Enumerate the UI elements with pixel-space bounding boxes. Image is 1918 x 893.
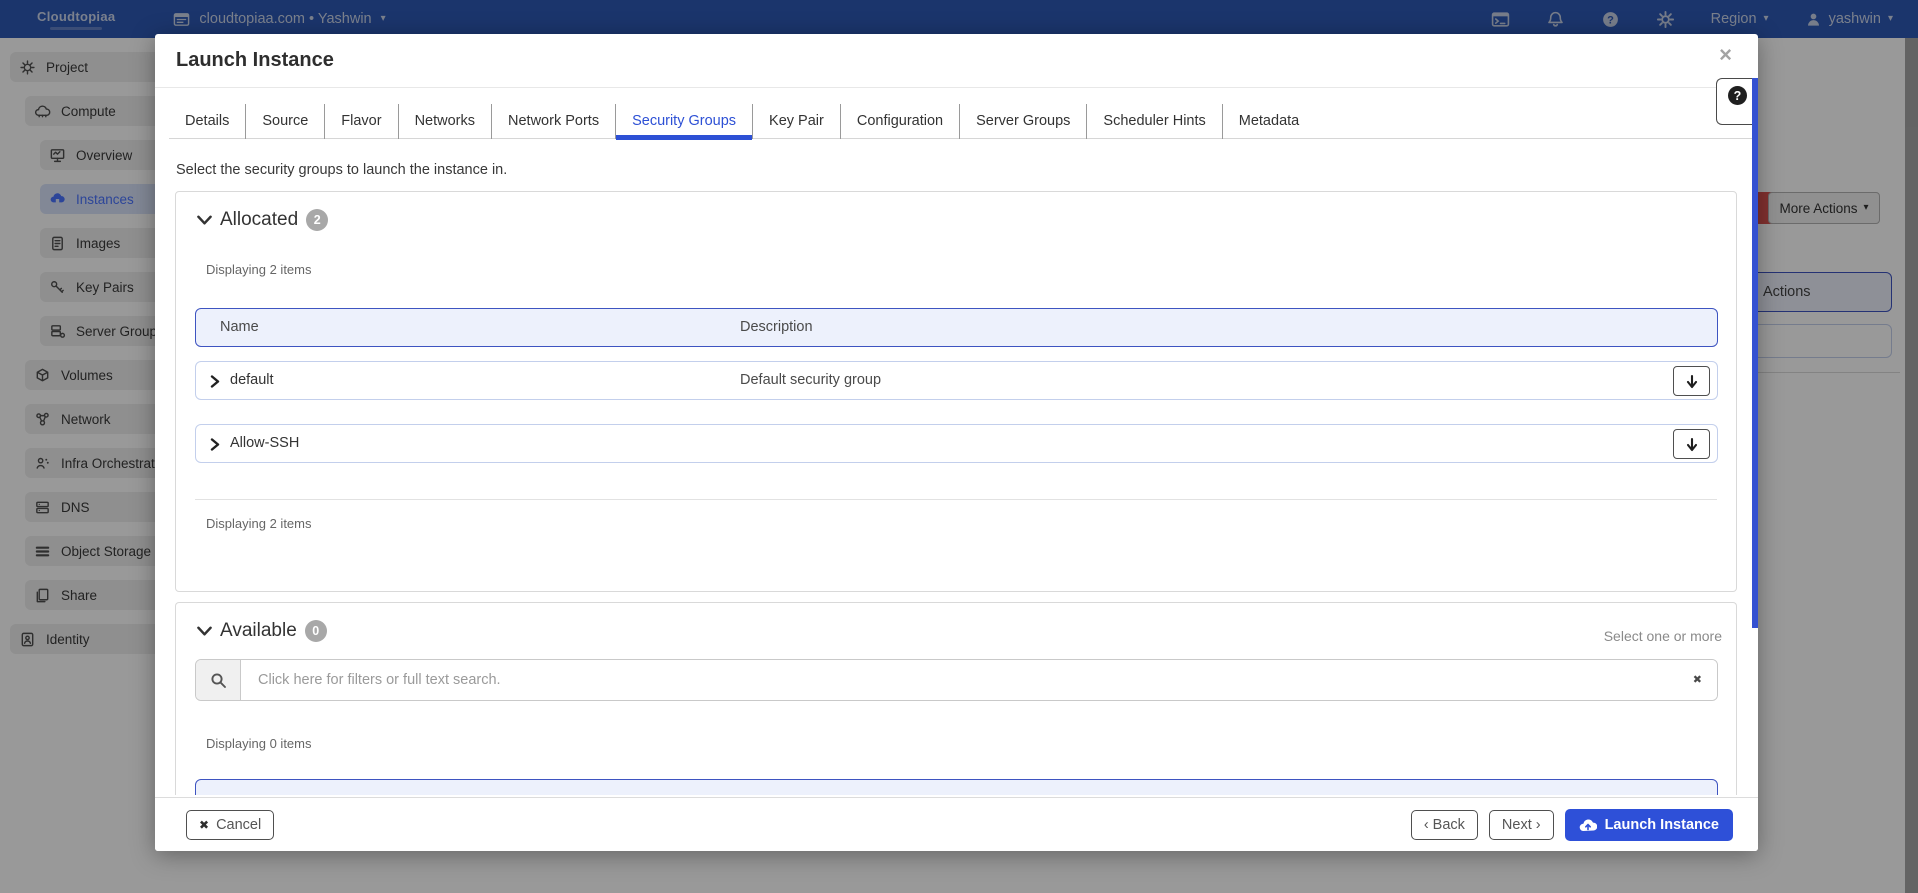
- row-name: Allow-SSH: [230, 425, 299, 462]
- row-name: default: [230, 362, 274, 399]
- back-button[interactable]: ‹ Back: [1411, 810, 1478, 840]
- next-button[interactable]: Next ›: [1489, 810, 1554, 840]
- launch-instance-button[interactable]: Launch Instance: [1565, 809, 1733, 841]
- tab-scheduler-hints[interactable]: Scheduler Hints: [1087, 104, 1222, 139]
- tab-server-groups[interactable]: Server Groups: [960, 104, 1087, 139]
- panel-divider: [195, 499, 1717, 500]
- tab-description: Select the security groups to launch the…: [176, 162, 507, 178]
- filter-searchbar: ✖: [195, 659, 1718, 701]
- available-panel: Available 0 Select one or more ✖ Display…: [175, 602, 1737, 795]
- chevron-right-icon: [210, 375, 220, 388]
- tab-security-groups[interactable]: Security Groups: [616, 104, 753, 139]
- chevron-down-icon: [197, 215, 212, 226]
- launch-instance-label: Launch Instance: [1605, 817, 1719, 833]
- tab-network-ports[interactable]: Network Ports: [492, 104, 616, 139]
- allocated-count-badge: 2: [306, 209, 328, 231]
- launch-instance-modal: Launch Instance × Details Source Flavor …: [155, 34, 1758, 851]
- column-header-name: Name: [220, 309, 259, 346]
- tab-source[interactable]: Source: [246, 104, 325, 139]
- column-header-description: Description: [740, 309, 813, 346]
- available-table-header-partial: [195, 779, 1718, 795]
- tab-configuration[interactable]: Configuration: [841, 104, 960, 139]
- modal-scrollbar-thumb[interactable]: [1752, 78, 1759, 628]
- table-row-default[interactable]: default Default security group: [195, 361, 1718, 400]
- wizard-tabs: Details Source Flavor Networks Network P…: [169, 104, 1752, 139]
- available-title: Available: [220, 620, 297, 642]
- tab-networks[interactable]: Networks: [399, 104, 492, 139]
- move-down-button[interactable]: [1673, 366, 1710, 396]
- search-input[interactable]: [241, 660, 1717, 700]
- allocated-displaying-top: Displaying 2 items: [206, 262, 312, 277]
- arrow-down-icon: [1685, 374, 1699, 389]
- tab-details[interactable]: Details: [169, 104, 246, 139]
- move-down-button[interactable]: [1673, 429, 1710, 459]
- cancel-label: Cancel: [216, 817, 261, 833]
- modal-header: Launch Instance ×: [155, 34, 1758, 88]
- row-description: Default security group: [740, 362, 881, 399]
- clear-search-icon[interactable]: ✖: [1693, 673, 1702, 686]
- available-header[interactable]: Available 0: [197, 620, 327, 642]
- modal-footer: ✖ Cancel ‹ Back Next › Launch Instance: [155, 797, 1758, 851]
- chevron-down-icon: [197, 626, 212, 637]
- cancel-x-icon: ✖: [199, 818, 209, 832]
- allocated-title: Allocated: [220, 209, 298, 231]
- tab-key-pair[interactable]: Key Pair: [753, 104, 841, 139]
- cloud-upload-icon: [1579, 818, 1597, 832]
- available-count-badge: 0: [305, 620, 327, 642]
- search-icon: [196, 660, 241, 700]
- tab-flavor[interactable]: Flavor: [325, 104, 398, 139]
- modal-title: Launch Instance: [176, 49, 334, 72]
- allocated-header[interactable]: Allocated 2: [197, 209, 328, 231]
- arrow-down-icon: [1685, 437, 1699, 452]
- tab-metadata[interactable]: Metadata: [1223, 104, 1315, 139]
- close-icon[interactable]: ×: [1719, 42, 1732, 68]
- table-row-allow-ssh[interactable]: Allow-SSH: [195, 424, 1718, 463]
- select-one-or-more-hint: Select one or more: [1604, 628, 1722, 644]
- allocated-displaying-bottom: Displaying 2 items: [206, 516, 312, 531]
- available-displaying: Displaying 0 items: [206, 736, 312, 751]
- chevron-right-icon: [210, 438, 220, 451]
- allocated-table-header: Name Description: [195, 308, 1718, 347]
- help-icon: ?: [1728, 86, 1747, 105]
- cancel-button[interactable]: ✖ Cancel: [186, 810, 274, 840]
- allocated-panel: Allocated 2 Displaying 2 items Name Desc…: [175, 191, 1737, 592]
